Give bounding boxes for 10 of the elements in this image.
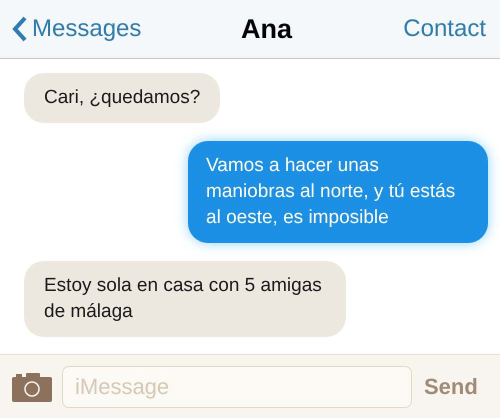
message-bubble: Cari, ¿quedamos? [24,73,220,123]
contact-button[interactable]: Contact [403,11,488,47]
contact-name: Ana [241,12,292,46]
message-bubble: Estoy sola en casa con 5 amigas de málaga [24,261,346,337]
message-bubble: Vamos a hacer unas maniobras al norte, y tú estás al oeste, es imposible [188,141,488,243]
back-chevron-icon [12,16,28,42]
camera-icon[interactable] [12,372,52,402]
message-input-field[interactable]: iMessage [62,366,412,408]
back-button[interactable]: Messages [12,11,142,47]
send-button[interactable]: Send [424,370,478,403]
